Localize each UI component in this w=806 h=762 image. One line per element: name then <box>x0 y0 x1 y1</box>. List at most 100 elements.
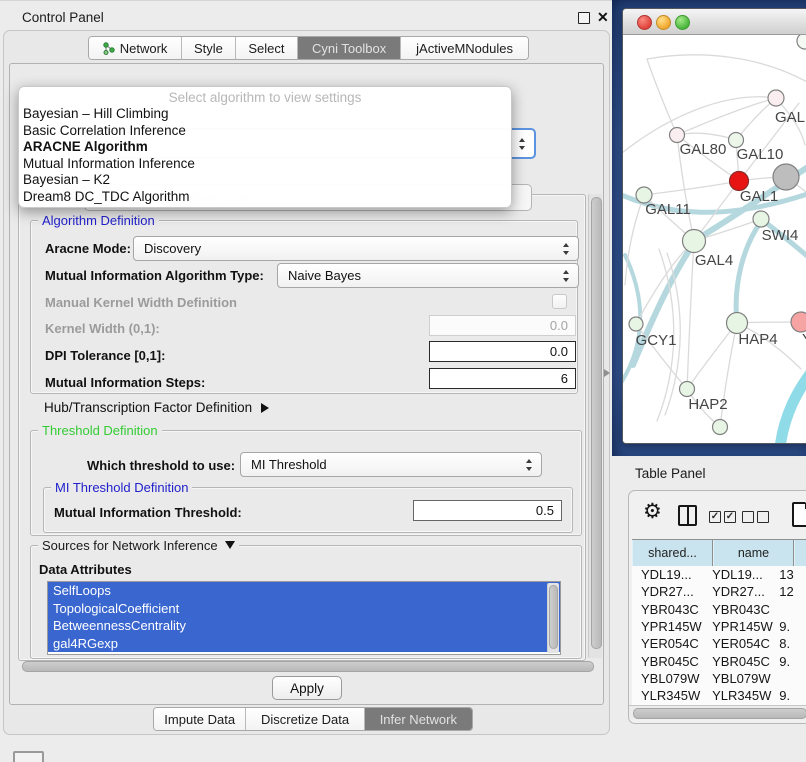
close-panel-icon[interactable]: ✕ <box>597 9 609 26</box>
zoom-window-icon[interactable] <box>675 15 690 30</box>
aracne-mode-combobox[interactable]: Discovery <box>133 236 579 261</box>
tab-label: Impute Data <box>164 712 235 727</box>
mi-type-label: Mutual Information Algorithm Type: <box>45 268 264 283</box>
network-edge[interactable] <box>647 59 677 135</box>
mi-threshold-field[interactable]: 0.5 <box>413 500 562 521</box>
aracne-mode-value: Discovery <box>144 241 201 256</box>
network-edge[interactable] <box>625 195 644 285</box>
tab-cyni-toolbox[interactable]: Cyni Toolbox <box>298 37 401 59</box>
gear-icon[interactable]: ⚙ <box>643 499 662 524</box>
tab-network[interactable]: Network <box>89 37 182 59</box>
network-node-hap2[interactable] <box>680 382 695 397</box>
table-row[interactable]: YER054CYER054C8. <box>632 635 806 652</box>
minimized-panel-icon[interactable] <box>13 751 44 762</box>
tab-infer-network[interactable]: Infer Network <box>365 708 472 730</box>
combo-stepper-icon <box>526 459 533 471</box>
network-node-y[interactable] <box>791 312 806 332</box>
column-header[interactable]: name <box>713 540 794 566</box>
network-node-gal[interactable] <box>768 90 784 106</box>
network-node[interactable] <box>773 164 799 190</box>
tab-label: Select <box>248 41 284 56</box>
network-node-gcy1[interactable] <box>629 317 643 331</box>
mi-threshold-group-label: MI Threshold Definition <box>51 480 192 495</box>
table-row[interactable]: YBL079WYBL079W <box>632 670 806 687</box>
panel-resize-handle[interactable] <box>604 369 610 377</box>
minimize-window-icon[interactable] <box>656 15 671 30</box>
table-cell: YPR145W <box>632 619 703 634</box>
which-threshold-combobox[interactable]: MI Threshold <box>240 452 542 477</box>
table-row[interactable]: YDR27...YDR27...12 <box>632 583 806 600</box>
apply-button[interactable]: Apply <box>272 676 342 700</box>
algorithm-option[interactable]: Basic Correlation Inference <box>19 123 511 140</box>
data-attribute-item[interactable]: BetweennessCentrality <box>48 617 560 635</box>
network-node[interactable] <box>713 420 728 435</box>
network-edge[interactable] <box>736 219 763 323</box>
algorithm-option[interactable]: ARACNE Algorithm <box>19 139 511 156</box>
tab-style[interactable]: Style <box>182 37 236 59</box>
float-panel-icon[interactable] <box>578 12 590 24</box>
settings-vertical-scrollbar[interactable] <box>588 194 602 658</box>
hub-tf-definition-toggle[interactable]: Hub/Transcription Factor Definition <box>44 400 269 415</box>
network-edge[interactable] <box>647 55 806 83</box>
close-window-icon[interactable] <box>637 15 652 30</box>
tab-discretize-data[interactable]: Discretize Data <box>246 708 364 730</box>
select-all-checkbox-icon[interactable]: ✓ <box>709 511 721 523</box>
settings-horizontal-scrollbar[interactable] <box>20 660 598 671</box>
dpi-tolerance-label: DPI Tolerance [0,1]: <box>45 348 165 363</box>
table-horizontal-scrollbar[interactable] <box>629 705 806 719</box>
document-icon[interactable] <box>792 502 806 527</box>
collapse-arrow-icon <box>225 541 235 549</box>
network-view-window[interactable]: GALGAL80GAL10GAL1GAL11SWI4GAL4GCY1HAP4YH… <box>622 8 806 444</box>
tab-label: Network <box>120 41 168 56</box>
table-row[interactable]: YDL19...YDL19...13 <box>632 566 806 583</box>
cyni-mode-tabbar: Impute Data Discretize Data Infer Network <box>153 707 473 731</box>
table-row[interactable]: YLR345WYLR345W9. <box>632 687 806 704</box>
network-edge[interactable] <box>677 98 776 135</box>
network-edge[interactable] <box>779 349 806 443</box>
network-canvas[interactable]: GALGAL80GAL10GAL1GAL11SWI4GAL4GCY1HAP4YH… <box>623 35 806 443</box>
columns-icon[interactable] <box>678 505 697 526</box>
tab-impute-data[interactable]: Impute Data <box>154 708 246 730</box>
column-header[interactable]: shared... <box>632 540 713 566</box>
network-edge[interactable] <box>644 181 739 195</box>
algorithm-option[interactable]: Bayesian – K2 <box>19 172 511 189</box>
network-node[interactable] <box>797 35 806 49</box>
which-threshold-label: Which threshold to use: <box>87 458 235 473</box>
table-row[interactable]: YBR043CYBR043C <box>632 601 806 618</box>
network-node-gal4[interactable] <box>683 230 706 253</box>
attributes-scrollbar[interactable] <box>547 583 559 653</box>
data-attribute-item[interactable]: gal4RGexp <box>48 635 560 653</box>
deselect-all-checkbox-icon[interactable] <box>742 511 754 523</box>
application-window: Control Panel ✕ NetworkStyleSelectCyni T… <box>0 0 806 762</box>
column-header[interactable] <box>794 540 806 566</box>
manual-kernel-checkbox[interactable] <box>552 294 567 309</box>
network-node-swi4[interactable] <box>753 211 769 227</box>
sources-group-label[interactable]: Sources for Network Inference <box>38 538 239 553</box>
table-cell: YBR043C <box>703 602 774 617</box>
algorithm-option[interactable]: Mutual Information Inference <box>19 156 511 173</box>
kernel-width-field[interactable]: 0.0 <box>429 315 576 336</box>
table-row[interactable]: YPR145WYPR145W9. <box>632 618 806 635</box>
mi-steps-field[interactable]: 6 <box>429 368 576 389</box>
tab-label: Infer Network <box>380 712 457 727</box>
algorithm-option[interactable]: Dream8 DC_TDC Algorithm <box>19 189 511 206</box>
tab-label: Style <box>194 41 223 56</box>
table-row[interactable]: YBR045CYBR045C9. <box>632 652 806 669</box>
network-edge[interactable] <box>687 323 737 389</box>
aracne-mode-label: Aracne Mode: <box>45 241 131 256</box>
tab-select[interactable]: Select <box>236 37 298 59</box>
network-icon <box>103 42 115 55</box>
network-edge[interactable] <box>687 241 694 389</box>
deselect-all-checkbox-icon[interactable] <box>757 511 769 523</box>
algorithm-option[interactable]: Bayesian – Hill Climbing <box>19 106 511 123</box>
tab-jactivemnodules[interactable]: jActiveMNodules <box>401 37 528 59</box>
dpi-tolerance-field[interactable]: 0.0 <box>429 341 576 362</box>
select-all-checkbox-icon[interactable]: ✓ <box>724 511 736 523</box>
combo-stepper-icon <box>563 243 570 255</box>
network-edge[interactable] <box>677 133 736 140</box>
table-cell: YBL079W <box>703 671 774 686</box>
data-attribute-item[interactable]: TopologicalCoefficient <box>48 600 560 618</box>
mi-type-combobox[interactable]: Naive Bayes <box>277 263 579 288</box>
data-attribute-item[interactable]: SelfLoops <box>48 582 560 600</box>
node-label: SWI4 <box>762 227 799 244</box>
